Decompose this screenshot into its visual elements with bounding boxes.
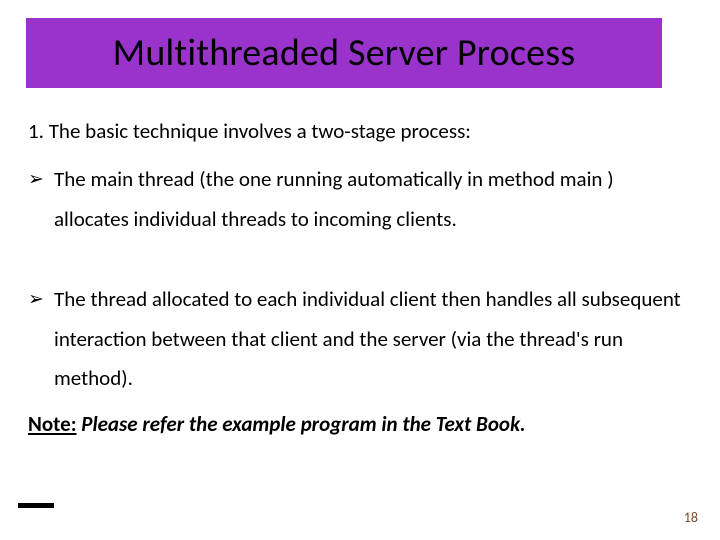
triangle-bullet-icon: ➢: [28, 160, 54, 240]
note-body: Please refer the example program in the …: [77, 411, 526, 437]
triangle-bullet-icon: ➢: [28, 280, 54, 400]
bullet-text: The thread allocated to each individual …: [54, 280, 690, 400]
vertical-spacer: [28, 246, 690, 280]
slide-body: 1. The basic technique involves a two-st…: [28, 112, 690, 445]
bullet-text: The main thread (the one running automat…: [54, 160, 690, 240]
note-label: Note:: [28, 411, 77, 437]
corner-decoration: [18, 503, 54, 508]
bullet-item: ➢ The thread allocated to each individua…: [28, 280, 690, 400]
bullet-item: ➢ The main thread (the one running autom…: [28, 160, 690, 240]
intro-line: 1. The basic technique involves a two-st…: [28, 112, 690, 152]
note-line: Note: Please refer the example program i…: [28, 405, 690, 445]
slide-title: Multithreaded Server Process: [113, 30, 576, 76]
page-number: 18: [684, 509, 698, 526]
slide-title-box: Multithreaded Server Process: [26, 18, 662, 88]
